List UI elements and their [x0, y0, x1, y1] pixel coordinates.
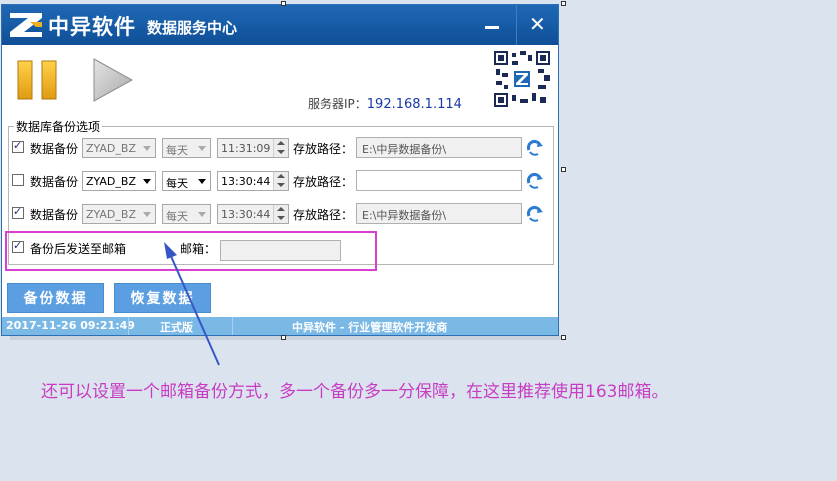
select-value: 每天 [166, 144, 188, 157]
app-subtitle: 数据服务中心 [147, 19, 238, 37]
backup-row-1-time-input[interactable]: 11:31:09 [217, 138, 289, 158]
resize-handle[interactable] [561, 335, 566, 340]
status-edition: 正式版 [160, 321, 193, 334]
select-value: ZYAD_BZ [86, 175, 136, 188]
backup-row-1-database-select[interactable]: ZYAD_BZ [82, 138, 156, 158]
backup-row-3-frequency-select[interactable]: 每天 [162, 204, 211, 224]
backup-row-2-frequency-select[interactable]: 每天 [162, 171, 211, 191]
resize-handle[interactable] [561, 1, 566, 6]
zy-logo-icon [10, 13, 42, 37]
browse-folder-icon[interactable] [526, 205, 544, 223]
backup-row-3: 数据备份 ZYAD_BZ 每天 13:30:44 存放路径： E:\中异数据备份… [12, 203, 552, 225]
browse-folder-icon[interactable] [526, 139, 544, 157]
backup-row-3-database-select[interactable]: ZYAD_BZ [82, 204, 156, 224]
select-value: ZYAD_BZ [86, 208, 136, 221]
backup-row-3-label: 数据备份 [30, 208, 79, 222]
chevron-down-icon [198, 179, 206, 184]
email-input[interactable] [220, 240, 341, 261]
time-value: 13:30:44 [221, 208, 271, 221]
backup-row-3-path-label: 存放路径： [293, 208, 354, 222]
server-info: 服务器IP：192.168.1.114 [308, 95, 462, 112]
group-title: 数据库备份选项 [14, 118, 103, 135]
backup-row-2-database-select[interactable]: ZYAD_BZ [82, 171, 156, 191]
status-datetime: 2017-11-26 09:21:49 [6, 319, 135, 332]
qr-code-icon [494, 51, 550, 107]
play-icon[interactable] [90, 57, 134, 103]
chevron-down-icon [198, 146, 206, 151]
backup-data-button[interactable]: 备份数据 [7, 283, 104, 313]
app-window: 中异软件 数据服务中心 ✕ 服务器IP：192.168.1.114 数据库备份选… [1, 4, 559, 336]
server-label: 服务器IP： [308, 97, 367, 111]
chevron-down-icon [143, 212, 151, 217]
server-ip: 192.168.1.114 [366, 97, 462, 112]
chevron-down-icon [143, 179, 151, 184]
spinner-icon[interactable] [273, 172, 288, 190]
close-button[interactable]: ✕ [516, 5, 557, 45]
backup-row-2-label: 数据备份 [30, 175, 79, 189]
spinner-icon[interactable] [273, 139, 288, 157]
minimize-icon [485, 26, 499, 29]
app-name: 中异软件 [48, 15, 136, 39]
status-separator [128, 317, 129, 335]
spinner-icon[interactable] [273, 205, 288, 223]
restore-data-button[interactable]: 恢复数据 [114, 283, 211, 313]
window-shadow-strip [10, 336, 563, 340]
title-bar[interactable]: 中异软件 数据服务中心 ✕ [2, 5, 558, 45]
backup-row-1: 数据备份 ZYAD_BZ 每天 11:31:09 存放路径： E:\中异数据备份… [12, 137, 552, 159]
resize-handle[interactable] [281, 1, 286, 6]
path-value: E:\中异数据备份\ [362, 143, 447, 156]
chevron-down-icon [198, 212, 206, 217]
status-company: 中异软件 - 行业管理软件开发商 [292, 321, 448, 334]
backup-row-1-label: 数据备份 [30, 142, 79, 156]
path-value: E:\中异数据备份\ [362, 209, 447, 222]
browse-folder-icon[interactable] [526, 172, 544, 190]
backup-row-1-checkbox[interactable] [12, 139, 24, 153]
backup-row-2-path-label: 存放路径： [293, 175, 354, 189]
backup-row-3-time-input[interactable]: 13:30:44 [217, 204, 289, 224]
backup-row-2-time-input[interactable]: 13:30:44 [217, 171, 289, 191]
resize-handle[interactable] [561, 167, 566, 172]
email-backup-label: 备份后发送至邮箱 [30, 242, 127, 256]
close-icon: ✕ [529, 12, 546, 36]
email-backup-checkbox[interactable] [12, 239, 24, 253]
annotation-caption: 还可以设置一个邮箱备份方式，多一个备份多一分保障，在这里推荐使用163邮箱。 [41, 382, 669, 402]
backup-row-1-frequency-select[interactable]: 每天 [162, 138, 211, 158]
select-value: 每天 [166, 210, 188, 223]
status-bar: 2017-11-26 09:21:49 正式版 中异软件 - 行业管理软件开发商 [2, 317, 558, 335]
backup-row-2-checkbox[interactable] [12, 174, 24, 186]
minimize-button[interactable] [472, 5, 512, 45]
backup-row-1-path-input[interactable]: E:\中异数据备份\ [356, 137, 522, 158]
resize-handle[interactable] [281, 335, 286, 340]
time-value: 13:30:44 [221, 175, 271, 188]
select-value: 每天 [166, 177, 188, 190]
backup-row-2-path-input[interactable] [356, 170, 522, 191]
desktop-background: 中异软件 数据服务中心 ✕ 服务器IP：192.168.1.114 数据库备份选… [0, 0, 837, 481]
email-label: 邮箱： [180, 242, 217, 256]
chevron-down-icon [143, 146, 151, 151]
select-value: ZYAD_BZ [86, 142, 136, 155]
backup-row-1-path-label: 存放路径： [293, 142, 354, 156]
pause-icon[interactable] [16, 57, 62, 103]
time-value: 11:31:09 [221, 142, 271, 155]
status-separator [232, 317, 233, 335]
backup-row-3-checkbox[interactable] [12, 205, 24, 219]
backup-row-2: 数据备份 ZYAD_BZ 每天 13:30:44 存放路径： [12, 170, 552, 192]
backup-row-3-path-input[interactable]: E:\中异数据备份\ [356, 203, 522, 224]
